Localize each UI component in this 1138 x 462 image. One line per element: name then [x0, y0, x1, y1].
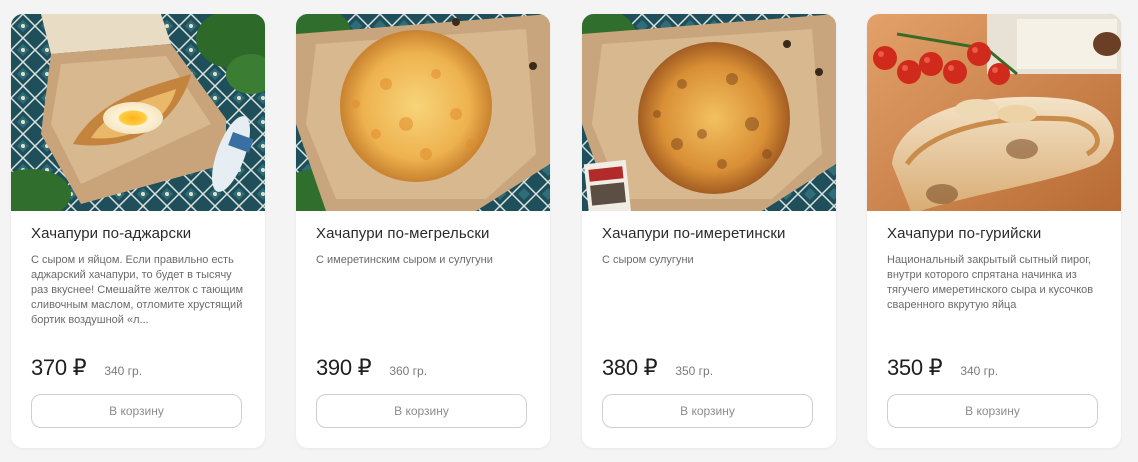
gurian-khachapuri-photo[interactable]	[867, 14, 1121, 211]
product-card-imeretian: Хачапури по-имеретински С сыром сулугуни…	[582, 14, 836, 448]
price-row: 350 ₽ 340 гр.	[887, 355, 998, 381]
add-to-cart-button[interactable]: В корзину	[31, 394, 242, 428]
price-row: 390 ₽ 360 гр.	[316, 355, 427, 381]
product-title[interactable]: Хачапури по-имеретински	[602, 225, 822, 242]
product-price: 350 ₽	[887, 355, 943, 380]
product-description: С сыром сулугуни	[602, 254, 694, 266]
product-title[interactable]: Хачапури по-мегрельски	[316, 225, 536, 242]
price-row: 380 ₽ 350 гр.	[602, 355, 713, 381]
product-card-adjarian: Хачапури по-аджарски С сыром и яйцом. Ес…	[11, 14, 265, 448]
product-price: 390 ₽	[316, 355, 372, 380]
product-weight: 340 гр.	[960, 364, 999, 378]
product-title[interactable]: Хачапури по-гурийски	[887, 225, 1107, 242]
adjarian-khachapuri-photo[interactable]	[11, 14, 265, 211]
product-price: 370 ₽	[31, 355, 87, 380]
price-row: 370 ₽ 340 гр.	[31, 355, 142, 381]
product-price: 380 ₽	[602, 355, 658, 380]
product-card-megrelian: Хачапури по-мегрельски С имеретинским сы…	[296, 14, 550, 448]
product-weight: 350 гр.	[675, 364, 714, 378]
product-description: С сыром и яйцом. Если правильно есть адж…	[31, 254, 244, 326]
product-description: С имеретинским сыром и сулугуни	[316, 254, 493, 266]
add-to-cart-button[interactable]: В корзину	[602, 394, 813, 428]
add-to-cart-button[interactable]: В корзину	[316, 394, 527, 428]
add-to-cart-button[interactable]: В корзину	[887, 394, 1098, 428]
megrelian-khachapuri-photo[interactable]	[296, 14, 550, 211]
product-card-gurian: Хачапури по-гурийски Национальный закрыт…	[867, 14, 1121, 448]
product-title[interactable]: Хачапури по-аджарски	[31, 225, 251, 242]
product-grid: Хачапури по-аджарски С сыром и яйцом. Ес…	[0, 0, 1138, 462]
product-description: Национальный закрытый сытный пирог, внут…	[887, 254, 1094, 311]
product-weight: 360 гр.	[389, 364, 428, 378]
product-weight: 340 гр.	[104, 364, 143, 378]
imeretian-khachapuri-photo[interactable]	[582, 14, 836, 211]
